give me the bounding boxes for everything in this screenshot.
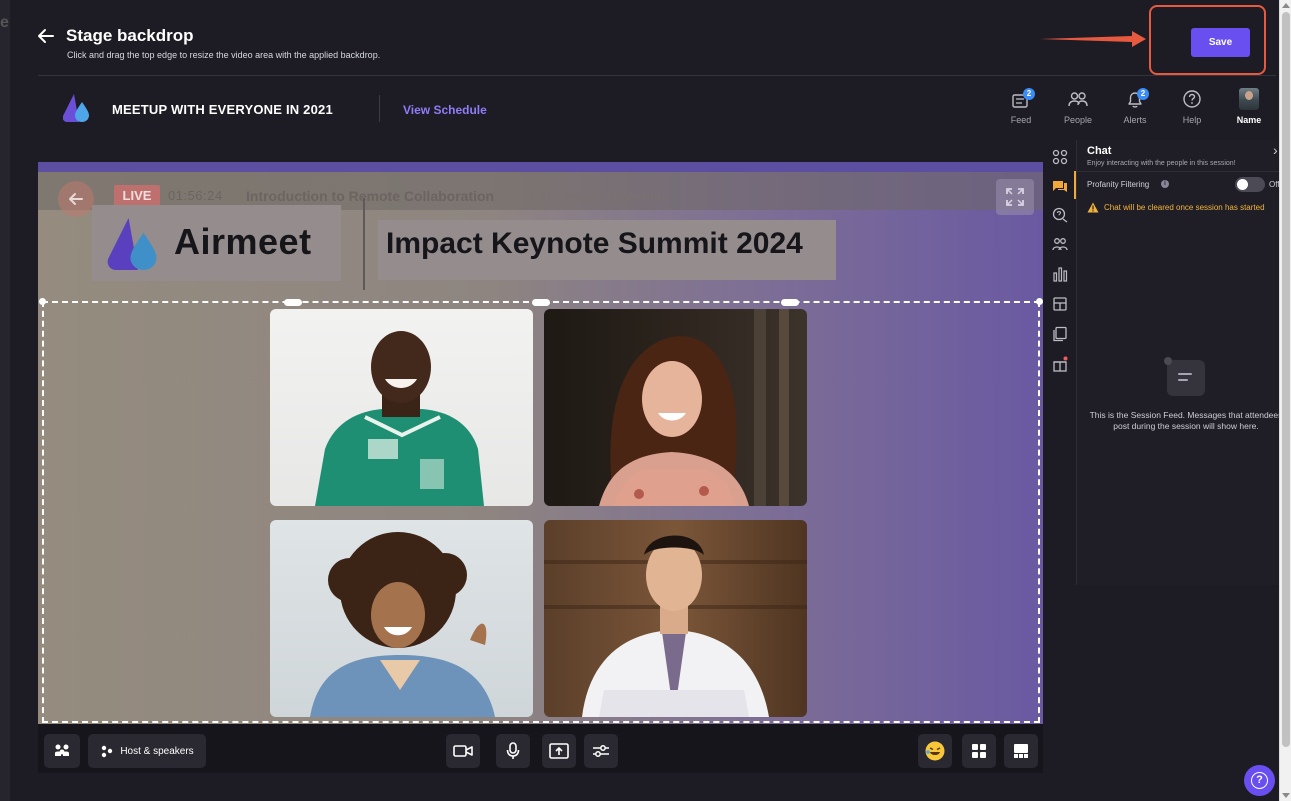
warning-icon (1087, 202, 1099, 213)
microphone-icon (506, 742, 520, 759)
booths-icon[interactable] (1052, 296, 1068, 312)
toggle-state-label: Off (1269, 180, 1280, 189)
annotation-arrow-icon (1040, 31, 1146, 47)
help-icon (1183, 90, 1201, 108)
nav-profile-label: Name (1236, 115, 1262, 125)
grid-icon (972, 744, 986, 758)
left-window-edge: e (0, 0, 10, 801)
attendees-icon[interactable] (1052, 236, 1068, 252)
stage-back-button[interactable] (58, 181, 94, 217)
grid-layout-button[interactable] (962, 734, 996, 768)
back-arrow-icon (69, 193, 83, 205)
emoji-icon (925, 741, 945, 761)
feed-badge: 2 (1023, 88, 1035, 100)
scrollbar-thumb[interactable] (1282, 12, 1290, 747)
chat-title: Chat (1087, 145, 1112, 157)
page-subtitle: Click and drag the top edge to resize th… (67, 50, 381, 60)
reactions-button[interactable] (918, 734, 952, 768)
help-chat-button[interactable]: ? (1244, 765, 1275, 796)
empty-feed-message: This is the Session Feed. Messages that … (1089, 410, 1283, 431)
nav-help[interactable]: Help (1172, 88, 1212, 128)
backdrop-brand-card: Airmeet (92, 205, 341, 281)
camera-button[interactable] (446, 734, 480, 768)
questions-icon[interactable] (1052, 207, 1068, 223)
brand-name: Airmeet (174, 221, 312, 262)
microphone-button[interactable] (496, 734, 530, 768)
resize-area[interactable] (39, 298, 1043, 723)
chat-subtitle: Enjoy interacting with the people in thi… (1087, 160, 1236, 167)
chat-panel: Chat Enjoy interacting with the people i… (1076, 140, 1282, 585)
profanity-filter-toggle[interactable] (1235, 177, 1265, 192)
video-camera-icon (453, 745, 473, 757)
stage-backdrop-editor: e Stage backdrop Click and drag the top … (0, 0, 1291, 801)
scroll-up-icon[interactable] (1282, 3, 1290, 8)
question-icon: ? (1251, 772, 1268, 789)
airmeet-logo-icon (107, 218, 157, 270)
settings-button[interactable] (584, 734, 618, 768)
alerts-badge: 2 (1137, 88, 1149, 100)
expand-icon (1006, 188, 1024, 206)
view-schedule-link[interactable]: View Schedule (403, 103, 487, 117)
resize-corner-handle[interactable] (39, 298, 46, 305)
live-badge: LIVE (114, 185, 160, 207)
header-divider (38, 75, 1276, 76)
chevron-right-icon[interactable]: › (1273, 142, 1278, 158)
nav-people[interactable]: People (1058, 88, 1098, 128)
stage-top-band (38, 162, 1043, 172)
event-title: MEETUP WITH EVERYONE IN 2021 (112, 102, 333, 117)
nav-feed-label: Feed (1010, 115, 1032, 125)
stage-preview: LIVE 01:56:24 Introduction to Remote Col… (38, 162, 1043, 724)
resize-top-handle[interactable] (781, 299, 799, 306)
stage-controls-bar: Host & speakers (38, 724, 1043, 773)
event-bar-divider (379, 95, 380, 122)
share-screen-button[interactable] (542, 734, 576, 768)
people-icon (1068, 92, 1088, 107)
resize-corner-handle[interactable] (1036, 298, 1043, 305)
layout-icon (1014, 744, 1028, 758)
speakers-icon (102, 745, 113, 758)
polls-icon[interactable] (1052, 266, 1068, 282)
host-speakers-label: Host & speakers (120, 745, 194, 757)
attendee-count: 2,910 people in session (528, 189, 665, 204)
back-arrow-icon[interactable] (36, 26, 56, 46)
backdrop-divider (363, 198, 365, 290)
page-title: Stage backdrop (66, 26, 194, 45)
resize-top-handle[interactable] (284, 299, 302, 306)
resize-top-handle[interactable] (532, 299, 550, 306)
scroll-down-icon[interactable] (1282, 793, 1290, 798)
nav-alerts[interactable]: 2 Alerts (1115, 88, 1155, 128)
session-title: Introduction to Remote Collaboration (246, 188, 495, 204)
nav-profile[interactable]: Name (1229, 88, 1269, 128)
share-screen-icon (549, 743, 569, 759)
apps-icon[interactable] (1052, 149, 1068, 165)
save-button[interactable]: Save (1191, 28, 1250, 57)
session-feed-icon (1164, 357, 1205, 396)
people-group-icon (55, 744, 69, 756)
nav-people-label: People (1063, 115, 1093, 125)
avatar (1239, 88, 1259, 110)
nav-help-label: Help (1182, 115, 1202, 125)
nav-alerts-label: Alerts (1123, 115, 1147, 125)
nav-feed[interactable]: 2 Feed (1001, 88, 1041, 128)
host-speakers-button[interactable]: Host & speakers (88, 734, 206, 768)
backdrop-title-card: Impact Keynote Summit 2024 (378, 220, 836, 280)
layout-button[interactable] (1004, 734, 1038, 768)
chat-icon[interactable] (1052, 178, 1068, 194)
info-icon[interactable]: i (1161, 180, 1169, 188)
gift-icon[interactable] (1052, 356, 1068, 372)
session-timer: 01:56:24 (168, 188, 223, 203)
fullscreen-button[interactable] (996, 179, 1034, 215)
chat-divider (1077, 171, 1279, 172)
profanity-filter-label: Profanity Filtering (1087, 180, 1150, 189)
sliders-icon (593, 745, 609, 757)
keynote-title: Impact Keynote Summit 2024 (386, 227, 803, 260)
resources-icon[interactable] (1052, 326, 1068, 342)
airmeet-logo-icon[interactable] (63, 94, 93, 122)
backstage-button[interactable] (44, 734, 80, 768)
chat-warning: Chat will be cleared once session has st… (1104, 203, 1265, 212)
page-scrollbar[interactable] (1279, 0, 1291, 801)
